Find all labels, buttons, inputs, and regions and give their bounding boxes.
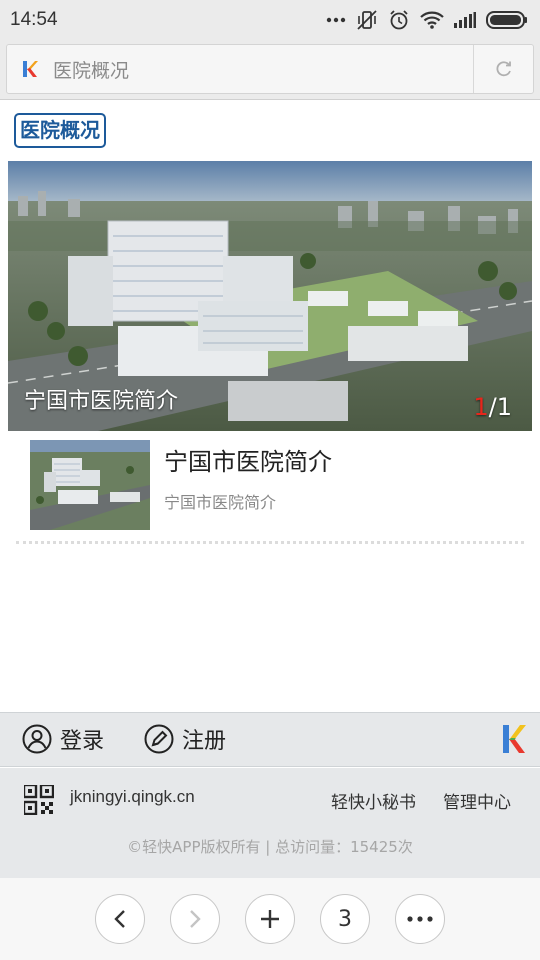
browser-nav-bar: 3 [0,878,540,960]
qr-code-icon[interactable] [24,785,54,815]
secretary-link[interactable]: 轻快小秘书 [331,788,416,813]
qingkuai-k-logo-icon [7,60,53,78]
status-icons [326,9,528,31]
qingkuai-logo-icon [503,725,526,753]
login-label: 登录 [60,729,105,754]
battery-icon [486,11,527,29]
plus-icon [261,910,279,928]
site-url[interactable]: jkningyi.qingk.cn [70,787,195,807]
chevron-left-icon [114,910,125,928]
register-button[interactable]: 注册 [144,723,226,755]
banner-slide[interactable]: 宁国市医院简介 1/1 [8,161,532,431]
back-button[interactable] [95,894,145,944]
article-text: 宁国市医院简介 宁国市医院简介 [164,440,332,530]
chevron-right-icon [190,910,201,928]
more-dots-icon [326,17,346,23]
reload-button[interactable] [473,45,533,93]
article-thumbnail [30,440,150,530]
login-button[interactable]: 登录 [22,723,104,755]
menu-button[interactable] [395,894,445,944]
more-dots-icon [407,916,433,922]
tabs-button[interactable]: 3 [320,894,370,944]
alarm-icon [390,10,408,30]
edit-icon [144,724,174,754]
browser-toolbar: 医院概况 [0,40,540,100]
address-bar[interactable]: 医院概况 [6,44,534,94]
user-icon [22,724,52,754]
copyright-text: ©轻快APP版权所有 | 总访问量：15425次 [127,838,413,856]
address-page-title: 医院概况 [53,59,130,82]
admin-center-link[interactable]: 管理中心 [443,788,511,813]
register-label: 注册 [182,729,227,754]
banner-counter-total: /1 [488,393,512,421]
section-tag: 医院概况 [14,113,106,148]
article-subtitle: 宁国市医院简介 [164,493,277,512]
footer: jkningyi.qingk.cn 轻快小秘书 管理中心 ©轻快APP版权所有 … [0,768,540,878]
status-time: 14:54 [10,9,58,30]
banner-counter: 1/1 [473,393,512,421]
status-bar: 14:54 [0,0,540,40]
banner-counter-current: 1 [473,393,489,421]
article-title[interactable]: 宁国市医院简介 [164,442,332,477]
divider [16,541,524,544]
list-item[interactable]: 宁国市医院简介 宁国市医院简介 [30,440,510,530]
banner-caption: 宁国市医院简介 [24,389,179,414]
account-bar: 登录 注册 [0,712,540,767]
reload-icon [496,61,511,77]
wifi-icon [420,11,444,29]
signal-icon [454,12,476,28]
new-tab-button[interactable] [245,894,295,944]
tab-count: 3 [338,906,352,932]
vibrate-off-icon [357,10,377,30]
forward-button[interactable] [170,894,220,944]
